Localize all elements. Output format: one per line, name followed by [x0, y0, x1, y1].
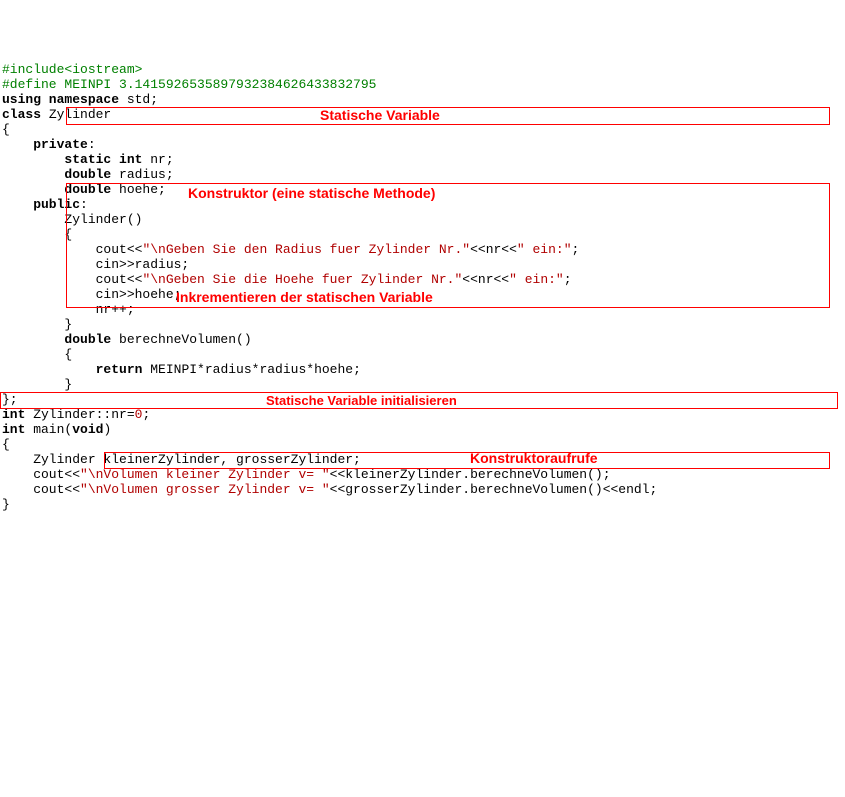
label-constructor: Konstruktor (eine statische Methode)	[188, 186, 435, 201]
box-ctor-calls	[104, 452, 830, 469]
stmt: cout<<	[2, 467, 80, 482]
label-static-var: Statische Variable	[320, 108, 440, 123]
kw-int: int	[2, 407, 25, 422]
kw-class: class	[2, 107, 41, 122]
box-static-var	[66, 107, 830, 125]
kw-using-namespace: using namespace	[2, 92, 119, 107]
label-static-init: Statische Variable initialisieren	[266, 393, 457, 408]
method-sig: berechneVolumen()	[111, 332, 251, 347]
semi: ;	[142, 407, 150, 422]
member-nr: nr;	[142, 152, 173, 167]
static-init: Zylinder::nr=	[25, 407, 134, 422]
member-radius: radius;	[111, 167, 173, 182]
brace: {	[2, 437, 10, 452]
preproc-include: #include<iostream>	[2, 62, 142, 77]
brace: {	[2, 122, 10, 137]
kw-double: double	[2, 167, 111, 182]
main-sig: main(	[25, 422, 72, 437]
brace: {	[2, 347, 72, 362]
kw-static-int: static int	[2, 152, 142, 167]
stmt: cout<<	[2, 482, 80, 497]
preproc-define: #define MEINPI 3.14159265358979323846264…	[2, 77, 376, 92]
label-ctor-calls: Konstruktoraufrufe	[470, 451, 598, 466]
brace: }	[2, 377, 72, 392]
stmt: <<grosserZylinder.berechneVolumen()<<end…	[330, 482, 658, 497]
string-literal: "\nVolumen grosser Zylinder v= "	[80, 482, 330, 497]
kw-int: int	[2, 422, 25, 437]
kw-double: double	[2, 332, 111, 347]
brace: }	[2, 317, 72, 332]
string-literal: "\nVolumen kleiner Zylinder v= "	[80, 467, 330, 482]
kw-return: return	[2, 362, 142, 377]
brace: }	[2, 497, 10, 512]
kw-void: void	[72, 422, 103, 437]
text: std;	[119, 92, 158, 107]
stmt: <<kleinerZylinder.berechneVolumen();	[330, 467, 611, 482]
expr: MEINPI*radius*radius*hoehe;	[142, 362, 360, 377]
main-sig: )	[103, 422, 111, 437]
colon: :	[88, 137, 96, 152]
brace: {	[2, 227, 72, 242]
label-increment: Inkrementieren der statischen Variable	[176, 290, 433, 305]
kw-private: private	[2, 137, 88, 152]
